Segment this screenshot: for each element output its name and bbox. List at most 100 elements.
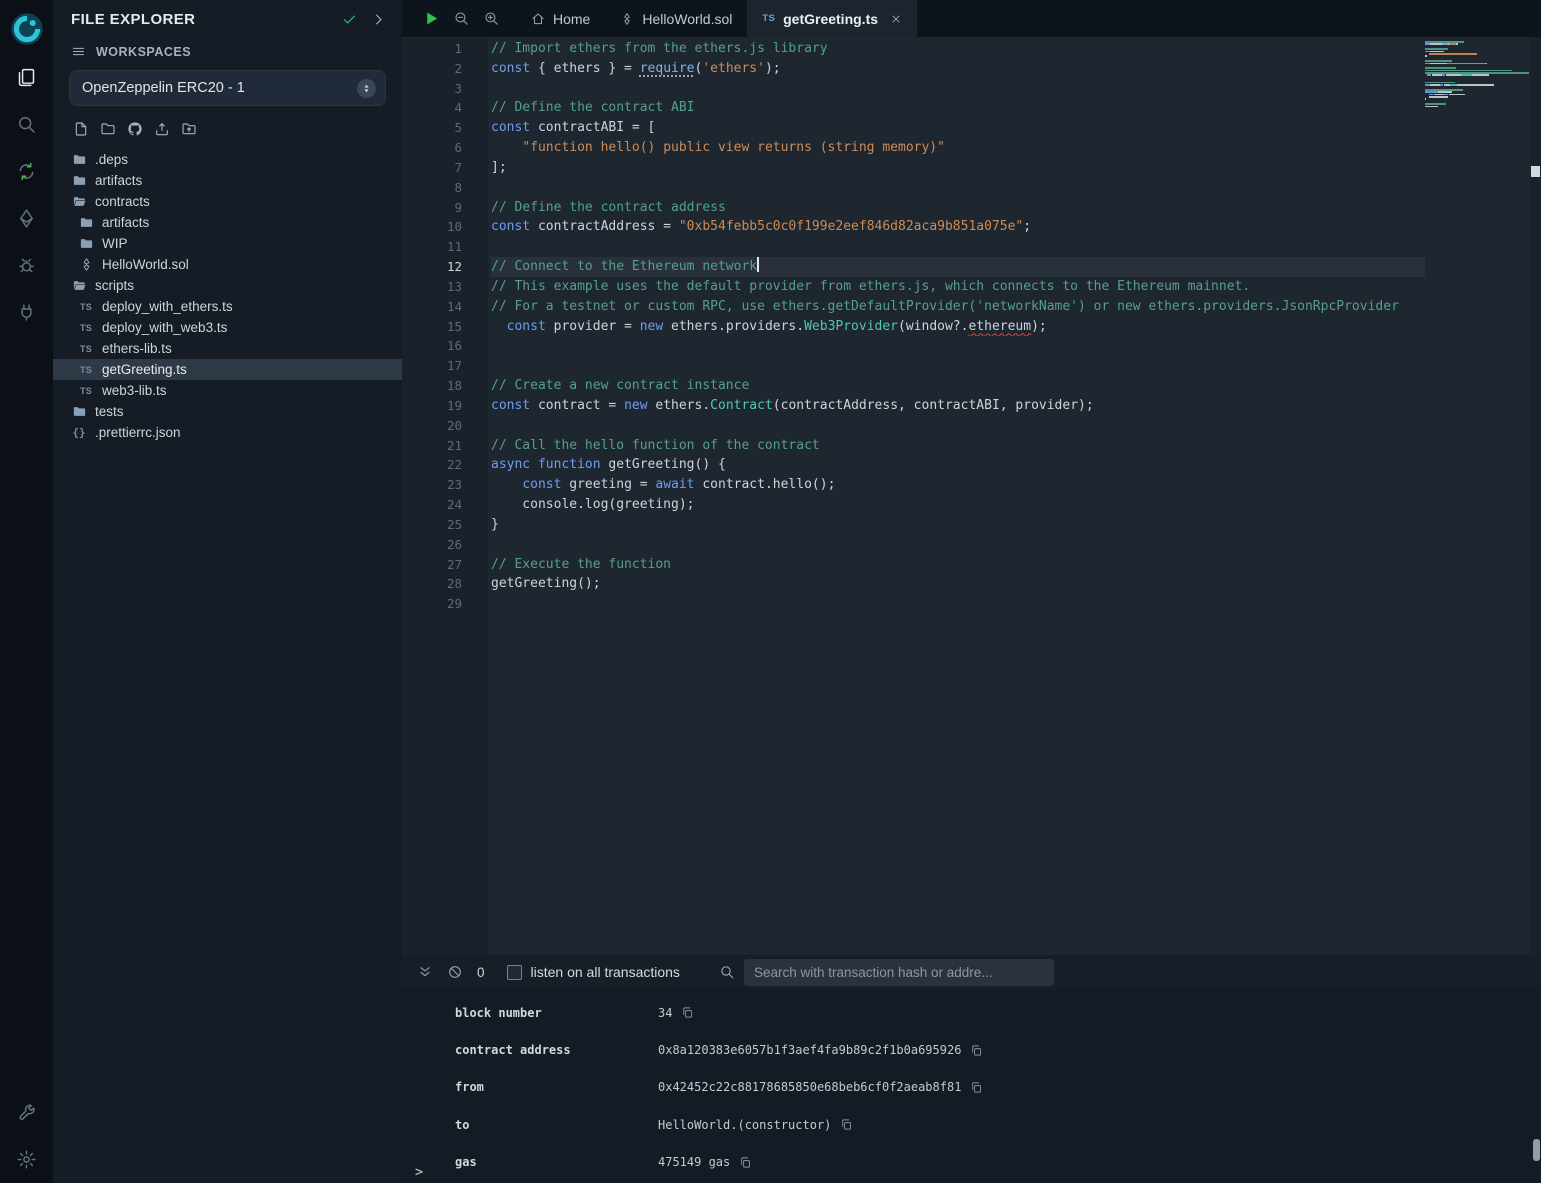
tree-item-scripts[interactable]: scripts <box>53 275 402 296</box>
tree-item-deps[interactable]: .deps <box>53 149 402 170</box>
code-lines[interactable]: // Import ethers from the ethers.js libr… <box>491 39 1425 614</box>
copy-icon[interactable] <box>681 1006 694 1019</box>
zoom-out-icon[interactable] <box>453 10 470 27</box>
folder-icon <box>78 236 94 251</box>
solidity-file-icon <box>620 12 634 26</box>
activity-solidity-compiler-icon[interactable] <box>0 148 53 195</box>
folder-icon <box>71 173 87 188</box>
file-label: deploy_with_ethers.ts <box>102 299 233 314</box>
tree-item-helloworld-sol[interactable]: HelloWorld.sol <box>53 254 402 275</box>
clear-console-icon[interactable] <box>447 964 463 980</box>
code-line-4: // Define the contract ABI <box>491 98 1425 118</box>
copy-icon[interactable] <box>840 1118 853 1131</box>
zoom-in-icon[interactable] <box>483 10 500 27</box>
code-editor[interactable]: 1234567891011121314151617181920212223242… <box>402 37 1541 955</box>
line-number: 3 <box>402 79 488 99</box>
code-line-25: } <box>491 515 1425 535</box>
close-tab-icon[interactable] <box>890 13 902 25</box>
remix-ide: FILE EXPLORER WORKSPACES OpenZeppelin ER… <box>0 0 1541 1183</box>
code-line-10: const contractAddress = "0xb54febb5c0c0f… <box>491 217 1425 237</box>
code-line-3 <box>491 79 1425 99</box>
activity-remix-logo-icon[interactable] <box>0 4 53 54</box>
github-clone-icon[interactable] <box>127 121 143 137</box>
editor-scrollbar-thumb[interactable] <box>1531 166 1540 177</box>
activity-settings-icon[interactable] <box>0 1136 53 1183</box>
code-line-24: console.log(greeting); <box>491 495 1425 515</box>
tree-item-artifacts[interactable]: artifacts <box>53 212 402 233</box>
workspace-switch-icon[interactable] <box>357 79 376 98</box>
new-folder-icon[interactable] <box>100 121 116 137</box>
line-number: 27 <box>402 555 488 575</box>
tree-item-ethers-lib-ts[interactable]: TSethers-lib.ts <box>53 338 402 359</box>
tree-item-wip[interactable]: WIP <box>53 233 402 254</box>
text-cursor <box>757 257 759 272</box>
file-label: web3-lib.ts <box>102 383 167 398</box>
tx-detail-label: contract address <box>455 1043 658 1057</box>
workspace-name: OpenZeppelin ERC20 - 1 <box>82 80 357 96</box>
line-number: 22 <box>402 455 488 475</box>
terminal-search-input[interactable] <box>744 959 1054 986</box>
terminal-panel: 0 listen on all transactions block numbe… <box>402 955 1541 1183</box>
activity-search-icon[interactable] <box>0 101 53 148</box>
workspace-selector[interactable]: OpenZeppelin ERC20 - 1 <box>69 70 386 106</box>
tree-item-prettierrc-json[interactable]: {}.prettierrc.json <box>53 422 402 443</box>
json-file-icon: {} <box>71 426 87 439</box>
listen-label[interactable]: listen on all transactions <box>531 964 680 980</box>
tree-item-tests[interactable]: tests <box>53 401 402 422</box>
tab-helloworld-sol[interactable]: HelloWorld.sol <box>605 0 747 37</box>
tx-detail-label: from <box>455 1080 658 1094</box>
workspaces-menu-icon[interactable] <box>71 44 86 59</box>
tx-detail-value: 0x8a120383e6057b1f3aef4fa9b89c2f1b0a6959… <box>658 1043 961 1057</box>
tabs: HomeHelloWorld.solTSgetGreeting.ts <box>516 0 917 37</box>
activity-debugger-icon[interactable] <box>0 242 53 289</box>
activity-deploy-and-run-icon[interactable] <box>0 195 53 242</box>
code-line-26 <box>491 535 1425 555</box>
minimap[interactable] <box>1425 41 1530 110</box>
tab-getgreeting-ts[interactable]: TSgetGreeting.ts <box>747 0 917 37</box>
tree-item-web3-lib-ts[interactable]: TSweb3-lib.ts <box>53 380 402 401</box>
copy-icon[interactable] <box>739 1156 752 1169</box>
tree-item-artifacts[interactable]: artifacts <box>53 170 402 191</box>
expand-panel-icon[interactable] <box>371 12 386 27</box>
activity-tools-icon[interactable] <box>0 1089 53 1136</box>
search-icon <box>719 964 735 980</box>
terminal-scrollbar-thumb[interactable] <box>1533 1139 1540 1161</box>
tree-item-deploy-with-ethers-ts[interactable]: TSdeploy_with_ethers.ts <box>53 296 402 317</box>
upload-file-icon[interactable] <box>154 121 170 137</box>
tx-detail-row-block-number: block number34 <box>402 994 1541 1031</box>
line-number: 20 <box>402 416 488 436</box>
file-label: HelloWorld.sol <box>102 257 189 272</box>
tab-home[interactable]: Home <box>516 0 605 37</box>
collapse-terminal-icon[interactable] <box>417 964 433 980</box>
copy-icon[interactable] <box>970 1044 983 1057</box>
tx-detail-value: 0x42452c22c88178685850e68beb6cf0f2aeab8f… <box>658 1080 961 1094</box>
accept-check-icon[interactable] <box>342 12 357 27</box>
code-line-13: // This example uses the default provide… <box>491 277 1425 297</box>
line-number: 2 <box>402 59 488 79</box>
copy-icon[interactable] <box>970 1081 983 1094</box>
transaction-count: 0 <box>477 965 485 980</box>
run-script-icon[interactable] <box>423 10 440 27</box>
code-line-14: // For a testnet or custom RPC, use ethe… <box>491 297 1425 317</box>
tree-item-deploy-with-web3-ts[interactable]: TSdeploy_with_web3.ts <box>53 317 402 338</box>
code-line-27: // Execute the function <box>491 555 1425 575</box>
listen-checkbox[interactable] <box>507 965 522 980</box>
line-number: 11 <box>402 237 488 257</box>
code-line-8 <box>491 178 1425 198</box>
activity-plugin-manager-icon[interactable] <box>0 289 53 336</box>
tx-detail-row-to: toHelloWorld.(constructor) <box>402 1106 1541 1143</box>
tree-item-contracts[interactable]: contracts <box>53 191 402 212</box>
terminal-prompt[interactable]: > <box>415 1164 423 1180</box>
code-line-19: const contract = new ethers.Contract(con… <box>491 396 1425 416</box>
new-file-icon[interactable] <box>73 121 89 137</box>
home-icon <box>531 12 545 26</box>
typescript-file-icon: TS <box>78 323 94 333</box>
editor-scrollbar[interactable] <box>1530 37 1541 955</box>
tx-detail-value: HelloWorld.(constructor) <box>658 1118 831 1132</box>
activity-file-explorer-icon[interactable] <box>0 54 53 101</box>
tree-item-getgreeting-ts[interactable]: TSgetGreeting.ts <box>53 359 402 380</box>
line-number: 18 <box>402 376 488 396</box>
upload-folder-icon[interactable] <box>181 121 197 137</box>
line-number: 14 <box>402 297 488 317</box>
panel-title: FILE EXPLORER <box>71 11 328 28</box>
